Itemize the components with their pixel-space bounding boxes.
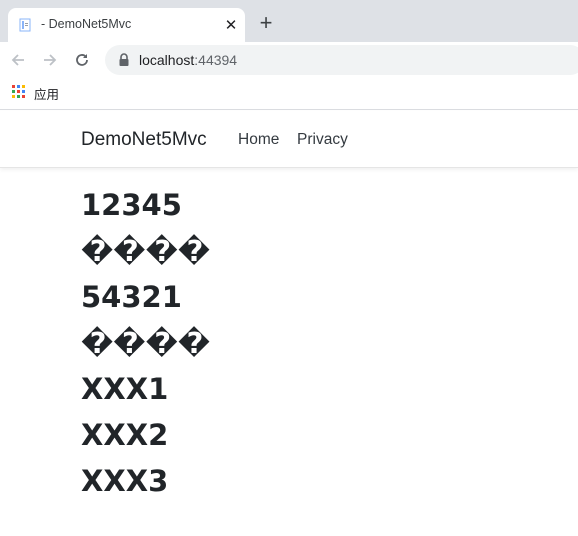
apps-grid-icon[interactable] — [12, 85, 26, 99]
content-line: ���� — [81, 326, 211, 360]
url-text[interactable]: localhost:44394 — [139, 52, 237, 68]
url-port: :44394 — [194, 52, 238, 68]
main-content: 12345 ���� 54321 ���� XXX1 XXX2 XXX3 — [81, 186, 210, 508]
bookmark-apps-label[interactable]: 应用 — [34, 84, 59, 103]
browser-tab-strip: - DemoNet5Mvc ✕ + — [0, 0, 578, 42]
close-icon[interactable]: ✕ — [221, 15, 241, 35]
content-line: 12345 — [81, 188, 182, 222]
new-tab-button[interactable]: + — [256, 12, 276, 34]
site-brand-link[interactable]: DemoNet5Mvc — [81, 129, 207, 151]
reload-icon[interactable] — [72, 50, 92, 70]
address-bar[interactable]: localhost:44394 — [105, 45, 578, 75]
content-line: XXX3 — [81, 464, 169, 498]
back-arrow-icon[interactable] — [8, 50, 28, 70]
tab-title: - DemoNet5Mvc — [41, 17, 132, 31]
content-line: ���� — [81, 234, 211, 268]
content-line: XXX2 — [81, 418, 169, 452]
browser-tab[interactable]: - DemoNet5Mvc ✕ — [8, 8, 245, 42]
lock-icon[interactable] — [118, 53, 130, 67]
content-line: 54321 — [81, 280, 182, 314]
site-navbar: DemoNet5Mvc Home Privacy — [0, 111, 578, 168]
document-icon — [18, 18, 32, 32]
browser-toolbar: localhost:44394 — [0, 42, 578, 78]
nav-link-home[interactable]: Home — [238, 131, 279, 149]
content-line: XXX1 — [81, 372, 169, 406]
forward-arrow-icon[interactable] — [40, 50, 60, 70]
bookmarks-bar — [0, 78, 578, 110]
nav-link-privacy[interactable]: Privacy — [297, 131, 348, 149]
url-host: localhost — [139, 52, 195, 68]
